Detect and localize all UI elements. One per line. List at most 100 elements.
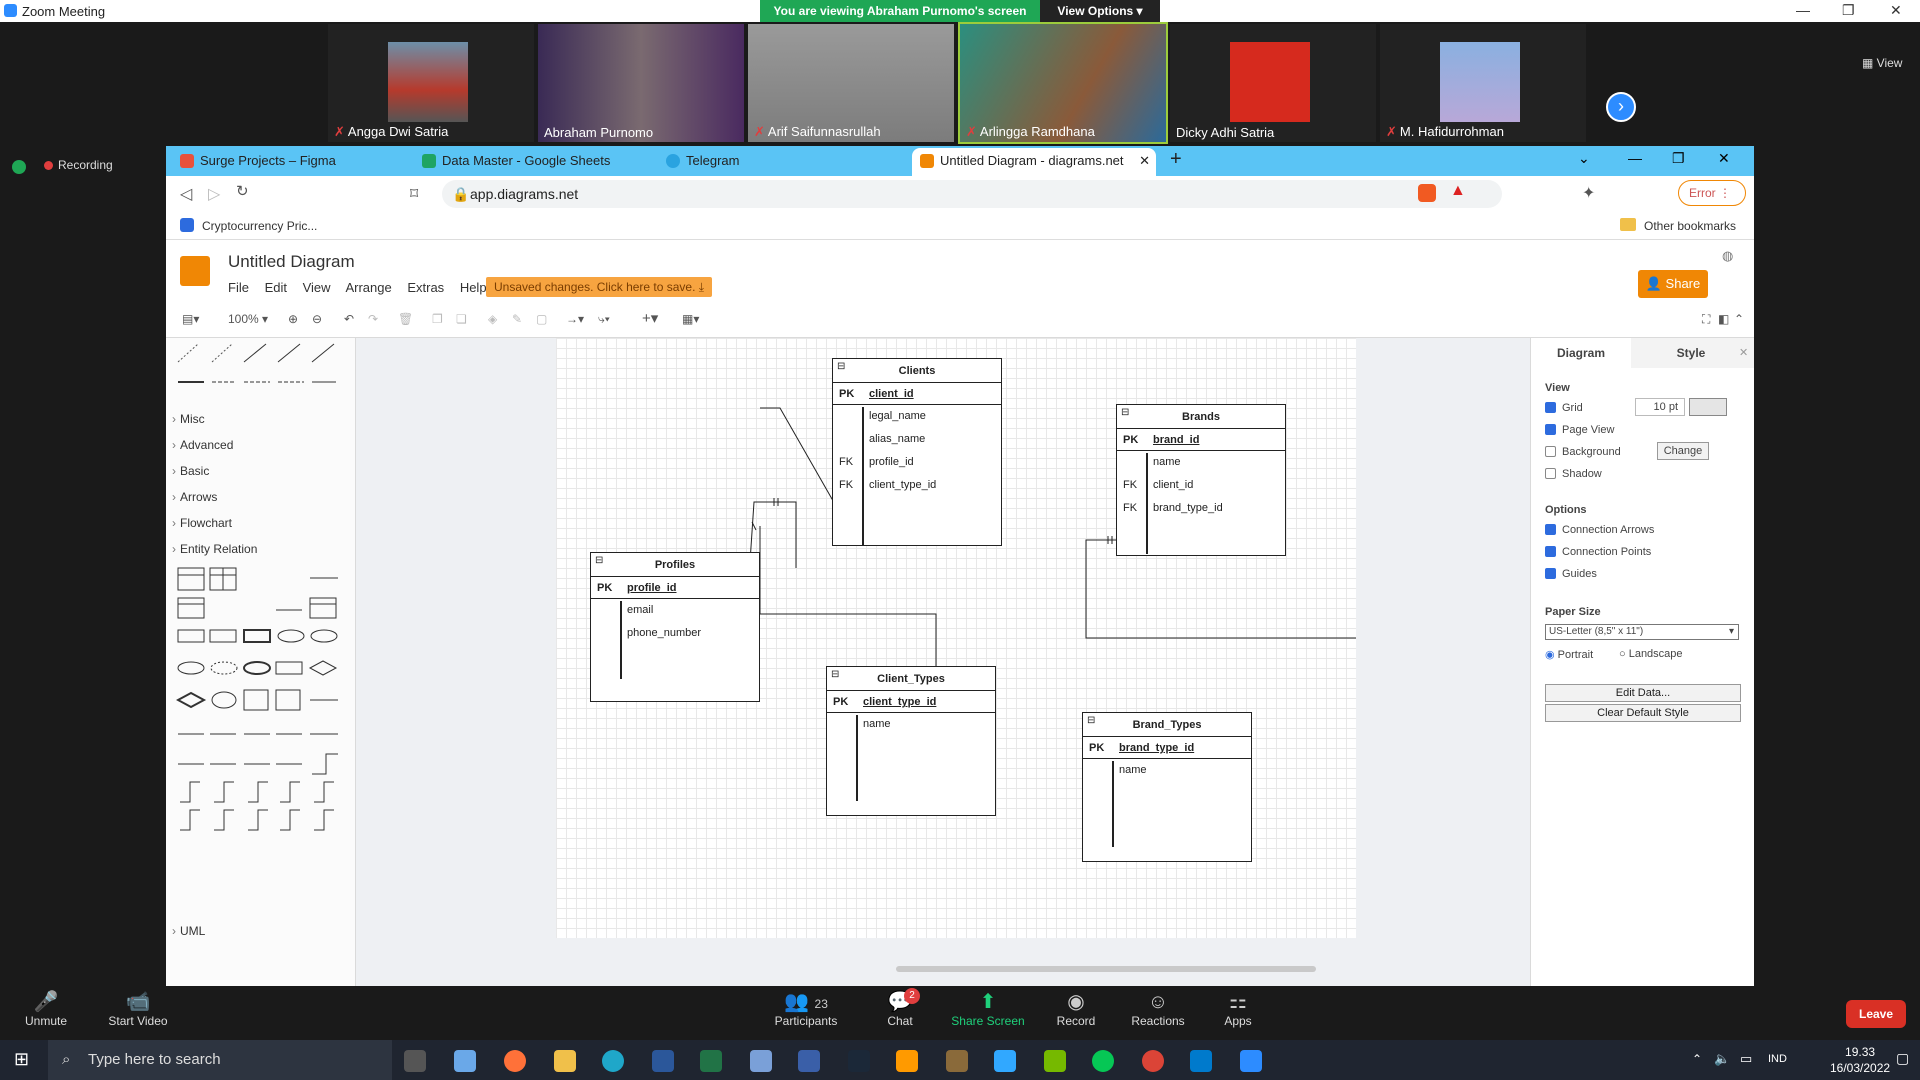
waypoints-icon[interactable]: ⤷▾: [598, 312, 610, 327]
app-icon[interactable]: [946, 1050, 968, 1072]
tab-style[interactable]: Style: [1641, 338, 1741, 368]
undo-icon[interactable]: ↶: [344, 312, 354, 326]
tab-figma[interactable]: Surge Projects – Figma: [172, 148, 410, 176]
windows-start-icon[interactable]: ⊞: [14, 1049, 29, 1070]
collapse-icon[interactable]: ⌃: [1734, 312, 1744, 326]
vscode-icon[interactable]: [1190, 1050, 1212, 1072]
leave-button[interactable]: Leave: [1846, 1000, 1906, 1028]
connection-points-checkbox[interactable]: Connection Points: [1545, 546, 1651, 558]
clock[interactable]: 19.33 16/03/2022: [1830, 1044, 1890, 1076]
tab-close-icon[interactable]: ✕: [1139, 148, 1150, 174]
panel-toggle-icon[interactable]: ▤▾: [182, 312, 199, 326]
share-button[interactable]: 👤 Share: [1638, 270, 1708, 298]
taskbar-search[interactable]: ⌕ Type here to search: [48, 1040, 392, 1080]
tab-diagram[interactable]: Diagram: [1531, 338, 1631, 368]
format-panel-icon[interactable]: ◧: [1718, 312, 1729, 326]
forward-icon[interactable]: ▷: [208, 184, 220, 204]
to-back-icon[interactable]: ❏: [456, 312, 467, 326]
line-shapes[interactable]: [176, 342, 346, 392]
zoom-icon[interactable]: [1240, 1050, 1262, 1072]
steam-icon[interactable]: [848, 1050, 870, 1072]
horizontal-scrollbar[interactable]: [896, 966, 1316, 972]
tab-diagrams[interactable]: Untitled Diagram - diagrams.net ✕: [912, 148, 1156, 176]
notification-icon[interactable]: ▢: [1896, 1050, 1909, 1067]
unsaved-changes-button[interactable]: Unsaved changes. Click here to save. ⤓: [486, 277, 713, 297]
background-checkbox[interactable]: Background: [1545, 446, 1621, 458]
unmute-button[interactable]: 🎤 Unmute: [6, 986, 86, 1028]
er-table-client-types[interactable]: Client_Types PKclient_type_id name: [826, 663, 996, 816]
task-view-icon[interactable]: [404, 1050, 426, 1072]
reload-icon[interactable]: ↻: [236, 182, 249, 200]
participant-tile[interactable]: Abraham Purnomo: [538, 24, 744, 142]
connection-arrows-checkbox[interactable]: Connection Arrows: [1545, 524, 1654, 536]
restore-icon[interactable]: ❐: [1672, 150, 1685, 167]
minimize-icon[interactable]: —: [1628, 150, 1642, 166]
app-icon[interactable]: [798, 1050, 820, 1072]
close-panel-icon[interactable]: ✕: [1739, 346, 1748, 359]
grid-color-swatch[interactable]: [1689, 398, 1727, 416]
redo-icon[interactable]: ↷: [368, 312, 378, 326]
fullscreen-icon[interactable]: ⛶: [1702, 312, 1710, 327]
menu-help[interactable]: Help: [460, 280, 487, 295]
canvas-area[interactable]: Clients PKclient_id legal_name alias_nam…: [356, 338, 1700, 986]
error-button[interactable]: Error ⋮: [1678, 180, 1746, 206]
participant-tile[interactable]: ✗ Arif Saifunnasrullah: [748, 24, 954, 142]
grid-size-input[interactable]: 10 pt: [1635, 398, 1685, 416]
excel-icon[interactable]: [700, 1050, 722, 1072]
diagram-page[interactable]: Clients PKclient_id legal_name alias_nam…: [556, 338, 1356, 938]
minimize-icon[interactable]: —: [1796, 2, 1810, 18]
section-advanced[interactable]: Advanced: [172, 438, 233, 452]
bookmark-icon[interactable]: ⌑: [410, 184, 418, 204]
start-video-button[interactable]: 📹 Start Video: [98, 986, 178, 1028]
landscape-radio[interactable]: ○ Landscape: [1619, 648, 1683, 660]
section-flowchart[interactable]: Flowchart: [172, 516, 232, 530]
menu-view[interactable]: View: [303, 280, 331, 295]
section-basic[interactable]: Basic: [172, 464, 209, 478]
word-icon[interactable]: [652, 1050, 674, 1072]
zoom-out-icon[interactable]: ⊖: [312, 312, 322, 326]
illustrator-icon[interactable]: [896, 1050, 918, 1072]
record-button[interactable]: ◉ Record: [1036, 986, 1116, 1028]
menu-edit[interactable]: Edit: [265, 280, 287, 295]
participant-tile[interactable]: ✗ Angga Dwi Satria: [328, 24, 534, 142]
line-icon[interactable]: [1092, 1050, 1114, 1072]
close-icon[interactable]: ✕: [1890, 2, 1902, 19]
view-button[interactable]: ▦ View: [1862, 56, 1902, 70]
zoom-in-icon[interactable]: ⊕: [288, 312, 298, 326]
diagram-title[interactable]: Untitled Diagram: [228, 252, 355, 272]
volume-icon[interactable]: 🔈: [1714, 1051, 1730, 1067]
address-bar[interactable]: 🔒 app.diagrams.net: [442, 180, 1502, 208]
paper-size-select[interactable]: US-Letter (8,5" x 11") ▾: [1545, 624, 1739, 640]
section-arrows[interactable]: Arrows: [172, 490, 217, 504]
section-uml[interactable]: UML: [172, 924, 205, 938]
share-screen-button[interactable]: ⬆ Share Screen: [948, 986, 1028, 1028]
new-tab-icon[interactable]: +: [1170, 148, 1182, 171]
chat-button[interactable]: 💬 2 Chat: [860, 986, 940, 1028]
to-front-icon[interactable]: ❐: [432, 312, 443, 326]
back-icon[interactable]: ◁: [180, 184, 192, 204]
chrome-icon[interactable]: [1142, 1050, 1164, 1072]
menu-file[interactable]: File: [228, 280, 249, 295]
menu-arrange[interactable]: Arrange: [345, 280, 391, 295]
app-icon[interactable]: [454, 1050, 476, 1072]
zoom-level[interactable]: 100% ▾: [228, 312, 268, 326]
tab-search-icon[interactable]: ⌄: [1578, 150, 1590, 167]
language-indicator[interactable]: IND: [1768, 1053, 1787, 1065]
edge-icon[interactable]: [602, 1050, 624, 1072]
participant-tile[interactable]: Dicky Adhi Satria: [1170, 24, 1376, 142]
change-background-button[interactable]: Change: [1657, 442, 1709, 460]
page-view-checkbox[interactable]: Page View: [1545, 424, 1614, 436]
connection-icon[interactable]: →▾: [566, 312, 584, 326]
shadow-checkbox[interactable]: Shadow: [1545, 468, 1602, 480]
view-options-button[interactable]: View Options ▾: [1040, 0, 1160, 22]
table-icon[interactable]: ▦▾: [682, 312, 699, 326]
entity-relation-shapes[interactable]: [176, 564, 346, 834]
brave-icon[interactable]: [1418, 184, 1436, 202]
next-page-icon[interactable]: ›: [1606, 92, 1636, 122]
file-explorer-icon[interactable]: [554, 1050, 576, 1072]
app-icon[interactable]: [750, 1050, 772, 1072]
photoshop-icon[interactable]: [994, 1050, 1016, 1072]
bookmark-item[interactable]: Cryptocurrency Pric...: [202, 219, 317, 233]
delete-icon[interactable]: 🗑: [398, 312, 413, 326]
clear-default-style-button[interactable]: Clear Default Style: [1545, 704, 1741, 722]
